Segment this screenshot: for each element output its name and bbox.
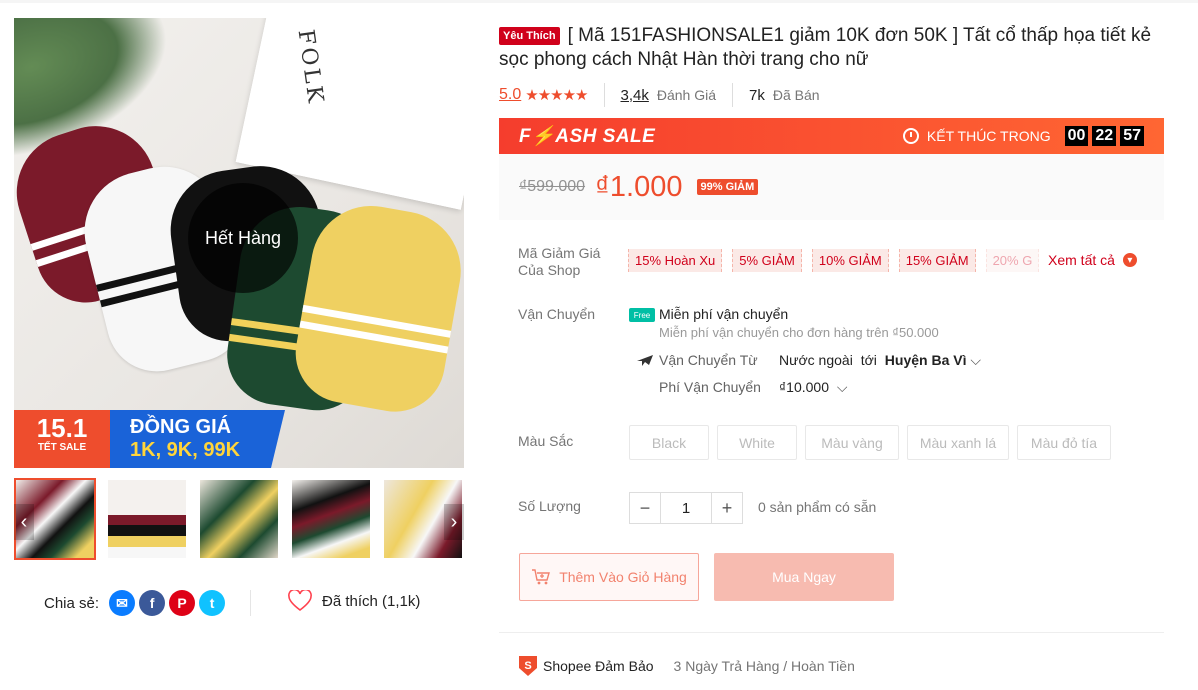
guarantee-title: Shopee Đảm Bảo bbox=[543, 658, 654, 674]
flash-sale-label: F⚡ASH SALE bbox=[519, 126, 656, 147]
thumbnail-2[interactable] bbox=[106, 478, 188, 560]
color-option-white[interactable]: White bbox=[717, 425, 797, 460]
rating-score[interactable]: 5.0 bbox=[499, 86, 521, 104]
color-option-yellow[interactable]: Màu vàng bbox=[805, 425, 899, 460]
sold-divider bbox=[732, 83, 734, 107]
voucher-item[interactable]: 15% Hoàn Xu bbox=[628, 249, 723, 272]
ship-fee-selector[interactable]: ₫10.000 ⌵ bbox=[779, 379, 848, 396]
color-option-purple-red[interactable]: Màu đỏ tía bbox=[1017, 425, 1111, 460]
quantity-label: Số Lượng bbox=[518, 498, 581, 514]
ship-fee-label: Phí Vận Chuyển bbox=[659, 379, 761, 395]
thumbnail-strip bbox=[14, 478, 464, 560]
guarantee-desc: 3 Ngày Trả Hàng / Hoàn Tiền bbox=[673, 658, 855, 674]
ship-to-prefix: tới bbox=[860, 352, 877, 368]
voucher-item[interactable]: 15% GIẢM bbox=[898, 249, 976, 272]
facebook-icon[interactable]: f bbox=[139, 590, 166, 616]
see-all-label: Xem tất cả bbox=[1048, 252, 1115, 268]
voucher-list: 15% Hoàn Xu 5% GIẢM 10% GIẢM 15% GIẢM 20… bbox=[628, 249, 1048, 272]
original-price: ₫599.000 bbox=[519, 178, 586, 195]
quantity-increase-button[interactable]: + bbox=[711, 492, 743, 524]
section-divider bbox=[499, 632, 1164, 633]
stock-available: 0 sản phẩm có sẵn bbox=[758, 499, 877, 515]
voucher-item[interactable]: 5% GIẢM bbox=[732, 249, 802, 272]
product-title-block: Yêu Thích[ Mã 151FASHIONSALE1 giảm 10K đ… bbox=[499, 24, 1159, 72]
product-title: [ Mã 151FASHIONSALE1 giảm 10K đơn 50K ] … bbox=[499, 25, 1152, 70]
ship-from-value: Nước ngoài bbox=[779, 352, 853, 368]
shield-icon: S bbox=[519, 656, 537, 676]
like-count-label: Đã thích (1,1k) bbox=[322, 592, 421, 610]
add-to-cart-label: Thêm Vào Giỏ Hàng bbox=[559, 569, 687, 585]
countdown-seconds: 57 bbox=[1120, 126, 1144, 146]
color-option-black[interactable]: Black bbox=[629, 425, 709, 460]
frame-text: FOLK bbox=[292, 27, 328, 108]
free-shipping-desc: Miễn phí vận chuyển cho đơn hàng trên ₫5… bbox=[659, 325, 939, 340]
quantity-stepper: − 1 + bbox=[629, 492, 743, 524]
voucher-label: Mã Giảm Giá Của Shop bbox=[518, 245, 601, 278]
countdown-minutes: 22 bbox=[1092, 126, 1117, 146]
chevron-down-icon: ▾ bbox=[1122, 253, 1137, 267]
pinterest-icon[interactable]: P bbox=[169, 590, 196, 616]
rating-divider bbox=[603, 83, 605, 107]
free-shipping-title: Miễn phí vận chuyển bbox=[659, 306, 789, 322]
color-option-green[interactable]: Màu xanh lá bbox=[907, 425, 1009, 460]
chevron-down-icon: ⌵ bbox=[836, 379, 848, 395]
thumbnail-next-arrow[interactable]: › bbox=[444, 504, 464, 540]
buy-now-button[interactable]: Mua Ngay bbox=[714, 553, 894, 601]
twitter-icon[interactable]: t bbox=[199, 590, 226, 616]
plane-icon bbox=[637, 355, 653, 366]
top-divider bbox=[0, 0, 1198, 3]
rating-stars-icon: ★★★★★ bbox=[525, 87, 588, 104]
flash-sale-bar: F⚡ASH SALE KẾT THÚC TRONG 00 22 57 bbox=[499, 118, 1164, 154]
banner-prices: 1K, 9K, 99K bbox=[130, 439, 241, 461]
review-count[interactable]: 3,4k bbox=[621, 87, 649, 104]
voucher-item[interactable]: 20% G bbox=[985, 249, 1040, 272]
flash-ends-label: KẾT THÚC TRONG bbox=[926, 128, 1051, 144]
thumbnail-4[interactable] bbox=[290, 478, 372, 560]
cart-icon bbox=[532, 569, 551, 585]
thumbnail-3[interactable] bbox=[198, 478, 280, 560]
shopee-guarantee[interactable]: S Shopee Đảm Bảo 3 Ngày Trả Hàng / Hoàn … bbox=[519, 656, 855, 676]
banner-date: 15.1 bbox=[36, 413, 88, 443]
share-label: Chia sẻ: bbox=[44, 594, 100, 612]
sold-label: Đã Bán bbox=[772, 87, 820, 103]
ship-fee-value: ₫10.000 bbox=[779, 379, 830, 395]
ship-to-value: Huyện Ba Vì bbox=[884, 352, 967, 368]
discount-badge: 99% GIẢM bbox=[696, 179, 759, 195]
chevron-down-icon: ⌵ bbox=[970, 352, 981, 368]
like-button[interactable]: Đã thích (1,1k) bbox=[288, 590, 420, 612]
ship-from-label: Vận Chuyển Từ bbox=[659, 352, 758, 368]
banner-sale-name: TẾT SALE bbox=[37, 442, 87, 453]
clock-icon bbox=[902, 128, 919, 144]
out-of-stock-overlay: Hết Hàng bbox=[188, 183, 298, 293]
quantity-input[interactable]: 1 bbox=[661, 492, 711, 524]
quantity-decrease-button[interactable]: − bbox=[629, 492, 661, 524]
product-main-image[interactable]: FOLK Hết Hàng 15.1 TẾT SALE ĐỒNG GIÁ 1K,… bbox=[14, 18, 464, 468]
heart-icon bbox=[288, 590, 312, 612]
shipping-label: Vận Chuyển bbox=[518, 306, 596, 322]
rating-row: 5.0 ★★★★★ 3,4k Đánh Giá 7k Đã Bán bbox=[499, 83, 820, 107]
voucher-item[interactable]: 10% GIẢM bbox=[811, 249, 889, 272]
color-options: Black White Màu vàng Màu xanh lá Màu đỏ … bbox=[629, 425, 1119, 460]
thumbnail-prev-arrow[interactable]: ‹ bbox=[14, 504, 34, 540]
favorite-badge: Yêu Thích bbox=[499, 27, 560, 45]
countdown-hours: 00 bbox=[1064, 126, 1089, 146]
color-label: Màu Sắc bbox=[518, 433, 574, 449]
price-box: ₫599.000 ₫1.000 99% GIẢM bbox=[499, 154, 1164, 220]
promo-banner: 15.1 TẾT SALE ĐỒNG GIÁ 1K, 9K, 99K bbox=[14, 410, 464, 468]
sold-count: 7k bbox=[749, 86, 765, 104]
share-like-divider bbox=[250, 590, 251, 616]
share-row: Chia sẻ: ✉ f P t bbox=[44, 590, 226, 616]
current-price: ₫1.000 bbox=[595, 170, 683, 203]
add-to-cart-button[interactable]: Thêm Vào Giỏ Hàng bbox=[519, 553, 699, 601]
see-all-vouchers-link[interactable]: Xem tất cả ▾ bbox=[1048, 252, 1137, 268]
messenger-icon[interactable]: ✉ bbox=[109, 590, 136, 616]
review-label: Đánh Giá bbox=[656, 87, 717, 103]
banner-title: ĐỒNG GIÁ bbox=[130, 416, 232, 438]
free-shipping-icon: Free bbox=[629, 308, 655, 322]
ship-from-selector[interactable]: Nước ngoài tới Huyện Ba Vì ⌵ bbox=[779, 352, 981, 369]
